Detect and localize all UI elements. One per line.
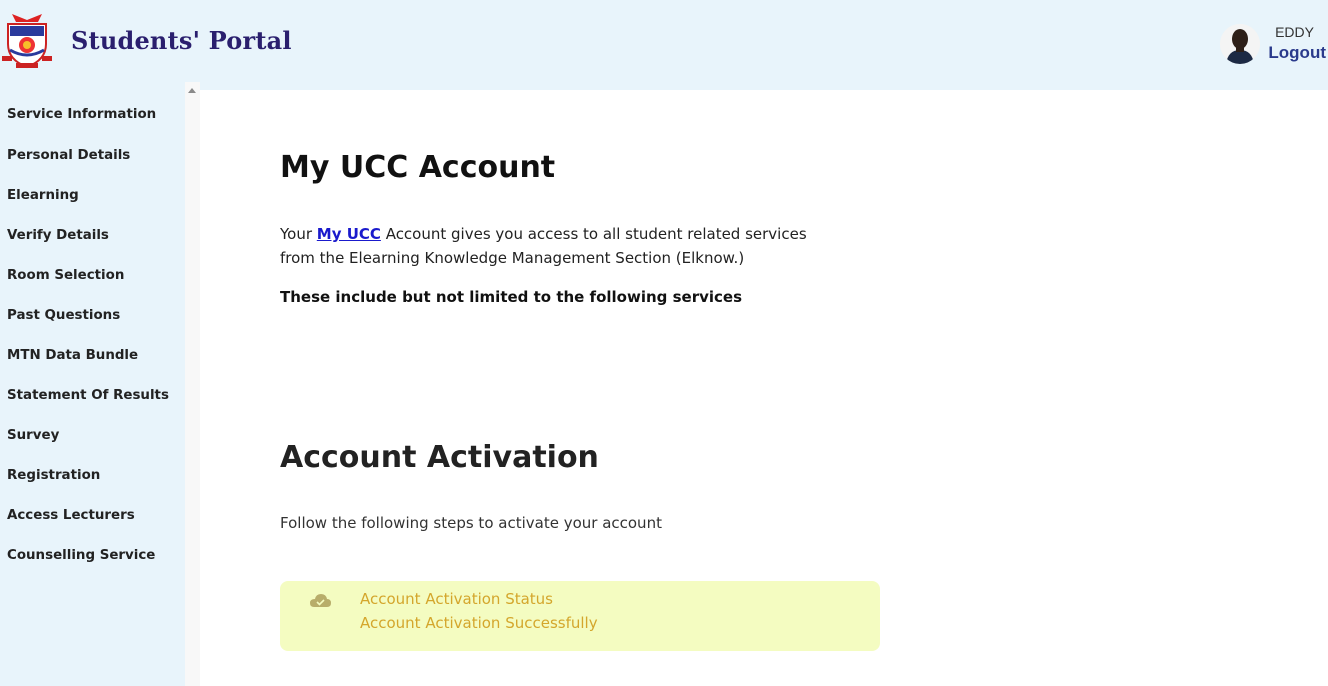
activation-steps-text: Follow the following steps to activate y…: [280, 514, 662, 532]
header: Students' Portal EDDY Logout: [0, 0, 1328, 90]
logout-link[interactable]: Logout: [1268, 43, 1326, 63]
sidebar: Service Information Personal Details Ele…: [0, 90, 185, 686]
sidebar-item-room-selection[interactable]: Room Selection: [7, 268, 124, 283]
services-note: These include but not limited to the fol…: [280, 288, 743, 306]
intro-paragraph: Your My UCC Account gives you access to …: [280, 222, 840, 270]
sidebar-item-verify-details[interactable]: Verify Details: [7, 228, 109, 243]
user-name: EDDY: [1275, 24, 1314, 40]
page-title: My UCC Account: [280, 150, 556, 185]
sidebar-item-personal-details[interactable]: Personal Details: [7, 148, 130, 163]
portal-title: Students' Portal: [71, 26, 292, 55]
status-title: Account Activation Status: [360, 590, 553, 608]
sidebar-item-past-questions[interactable]: Past Questions: [7, 308, 120, 323]
main-content: My UCC Account Your My UCC Account gives…: [200, 90, 1328, 686]
sidebar-item-counselling-service[interactable]: Counselling Service: [7, 548, 155, 563]
sidebar-item-statement-of-results[interactable]: Statement Of Results: [7, 388, 169, 403]
sidebar-item-elearning[interactable]: Elearning: [7, 188, 79, 203]
my-ucc-link[interactable]: My UCC: [317, 225, 381, 243]
sidebar-item-service-information[interactable]: Service Information: [7, 107, 156, 122]
activation-heading: Account Activation: [280, 440, 599, 475]
sidebar-item-access-lecturers[interactable]: Access Lecturers: [7, 508, 135, 523]
intro-prefix: Your: [280, 225, 317, 243]
status-message: Account Activation Successfully: [360, 614, 598, 632]
sidebar-scrollbar[interactable]: [185, 82, 200, 686]
activation-status-alert: Account Activation Status Account Activa…: [280, 581, 880, 651]
scroll-up-arrow-icon[interactable]: [188, 88, 196, 93]
cloud-check-icon: [308, 591, 332, 609]
sidebar-item-registration[interactable]: Registration: [7, 468, 100, 483]
ucc-crest-logo[interactable]: [2, 12, 52, 70]
user-avatar[interactable]: [1220, 24, 1260, 64]
sidebar-item-mtn-data-bundle[interactable]: MTN Data Bundle: [7, 348, 138, 363]
sidebar-item-survey[interactable]: Survey: [7, 428, 59, 443]
